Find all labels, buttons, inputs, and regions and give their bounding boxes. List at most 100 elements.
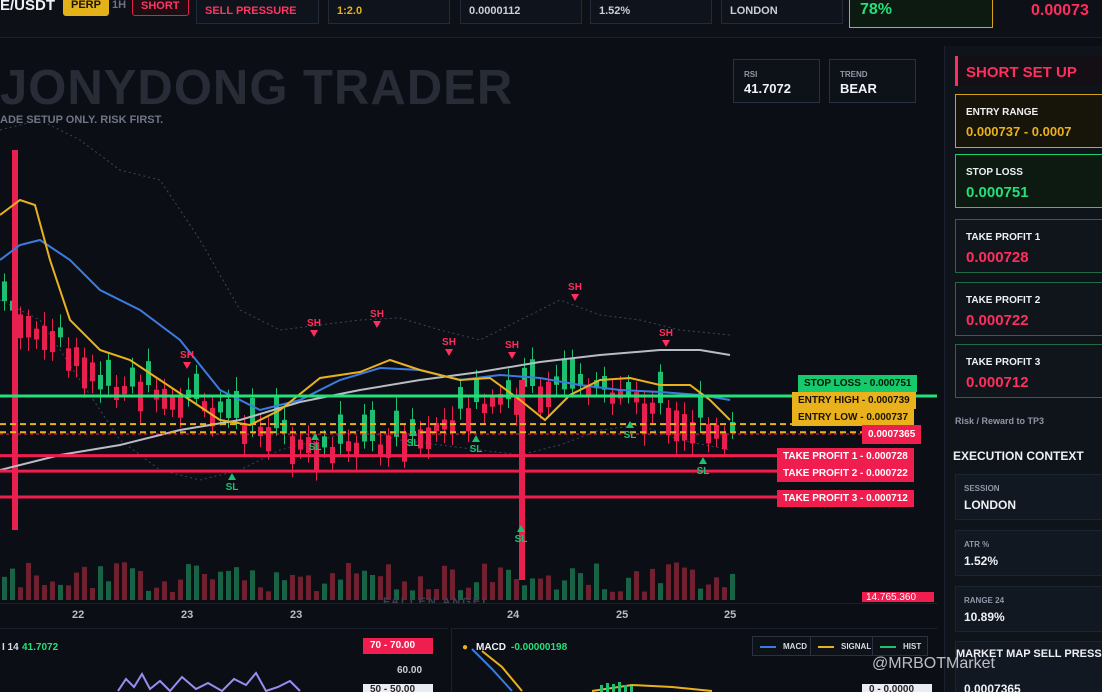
trend-box-value: BEAR (840, 81, 877, 96)
volume-bar (698, 588, 703, 600)
volume-bar (674, 562, 679, 600)
volume-bar (530, 578, 535, 600)
volume-bar (122, 562, 127, 600)
watermark-title: JONYDONG TRADER (0, 61, 514, 115)
candle-body (98, 374, 103, 390)
candle-body (178, 394, 183, 418)
volume-bar (90, 588, 95, 600)
stop-loss-value: 0.000751 (966, 184, 1029, 201)
upper-band (0, 119, 731, 341)
watermark-subtitle: ADE SETUP ONLY. RISK FIRST. (0, 114, 164, 126)
top-bar: E/USDT PERP 1H SHORT SELL PRESSURE 1:2.0… (0, 0, 1102, 38)
candle-body (338, 414, 343, 444)
volume-bar (586, 584, 591, 600)
candle-body (490, 396, 495, 407)
volume-bar (314, 591, 319, 600)
volume-bar (618, 591, 623, 600)
top-price: 0.00073 (1031, 2, 1089, 19)
rsi-box-label: RSI (744, 70, 758, 79)
timeframe-button[interactable]: 1H (104, 0, 134, 16)
x-axis: 22 23 23 24 25 25 (0, 603, 937, 627)
exec-session-label: SESSION (964, 484, 1000, 493)
volume-bar (562, 580, 567, 600)
tp3-card: TAKE PROFIT 3 0.000712 (955, 344, 1102, 398)
legend-macd[interactable]: MACD (752, 636, 814, 656)
legend-hist[interactable]: HIST (872, 636, 929, 656)
candle-body (546, 381, 551, 408)
exec-range-label: RANGE 24 (964, 596, 1005, 605)
tp1-label: TAKE PROFIT 1 (966, 232, 1041, 243)
credit-watermark: @MRBOTMarket (872, 655, 995, 672)
entry-high-label: ENTRY HIGH - 0.000739 (792, 392, 916, 409)
candle-body (66, 348, 71, 371)
volume-label: 14.765.360 (862, 592, 934, 602)
volume-bar (282, 580, 287, 600)
tp1-label: TAKE PROFIT 1 - 0.000728 (777, 448, 914, 465)
volume-bar (42, 585, 47, 600)
volume-bar (658, 583, 663, 600)
volume-bar (506, 569, 511, 600)
candle-body (458, 387, 463, 409)
volume-bar (306, 575, 311, 600)
candle-body (426, 427, 431, 450)
candle-body (562, 358, 567, 390)
volume-bar (362, 570, 367, 600)
candle-body (658, 371, 663, 404)
volume-bar (570, 568, 575, 600)
candle-body (242, 425, 247, 445)
volume-bar (610, 591, 615, 600)
pair-symbol[interactable]: E/USDT (0, 0, 55, 14)
exec-range-value: 10.89% (964, 610, 1005, 624)
volume-bar (690, 569, 695, 600)
legend-signal[interactable]: SIGNAL (810, 636, 879, 656)
volume-bar (170, 591, 175, 600)
perp-badge: PERP (63, 0, 109, 16)
legend-hist-label: HIST (903, 642, 922, 651)
exec-atr-card: ATR % 1.52% (955, 530, 1102, 576)
candle-body (346, 441, 351, 452)
price-chart[interactable]: SH SH SH SH SH SH SH SL SL SL SL SL SL SL JONYDONG TR… (0, 38, 937, 602)
candle-body (82, 357, 87, 389)
x-tick: 23 (290, 609, 303, 621)
x-tick: 22 (72, 609, 85, 621)
volume-bar (498, 567, 503, 600)
candle-body (482, 403, 487, 414)
stop-loss-label: STOP LOSS (966, 167, 1023, 178)
volume-bar (26, 562, 31, 600)
arrow-down-icon (310, 330, 318, 337)
arrow-up-icon (472, 435, 480, 442)
candle-body (450, 420, 455, 433)
volume-bar (290, 574, 295, 600)
tp2-card: TAKE PROFIT 2 0.000722 (955, 282, 1102, 336)
entry-range-card: ENTRY RANGE 0.000737 - 0.0007 (955, 94, 1102, 148)
risk-reward-label: Risk / Reward to TP3 (955, 416, 1045, 426)
candle-body (58, 327, 63, 338)
candle-body (650, 402, 655, 414)
sh-marker: SH (442, 337, 456, 348)
volume-bar (386, 564, 391, 600)
candle-body (74, 347, 79, 367)
candle-body (682, 414, 687, 441)
candle-body (170, 396, 175, 410)
volume-bar (162, 581, 167, 600)
candle-body (298, 439, 303, 450)
volume-bar (154, 587, 159, 600)
volume-bar (354, 573, 359, 600)
volume-bar (18, 587, 23, 600)
entry-low-label: ENTRY LOW - 0.000737 (792, 409, 915, 426)
volume-bar (250, 570, 255, 600)
current-price-label: 0.0007365 (862, 425, 922, 444)
volume-bar (722, 587, 727, 600)
exec-atr-label: ATR % (964, 540, 990, 549)
volume-bar (98, 566, 103, 600)
entry-range-label: ENTRY RANGE (966, 107, 1039, 118)
volume-bar (730, 573, 735, 600)
volume-bar (642, 591, 647, 600)
short-badge: SHORT (132, 0, 189, 16)
candle-body (42, 325, 47, 351)
candle-body (106, 359, 111, 386)
sh-marker: SH (659, 328, 673, 339)
candle-body (370, 409, 375, 441)
stop-loss-card: STOP LOSS 0.000751 (955, 154, 1102, 208)
volume-bar (634, 571, 639, 600)
